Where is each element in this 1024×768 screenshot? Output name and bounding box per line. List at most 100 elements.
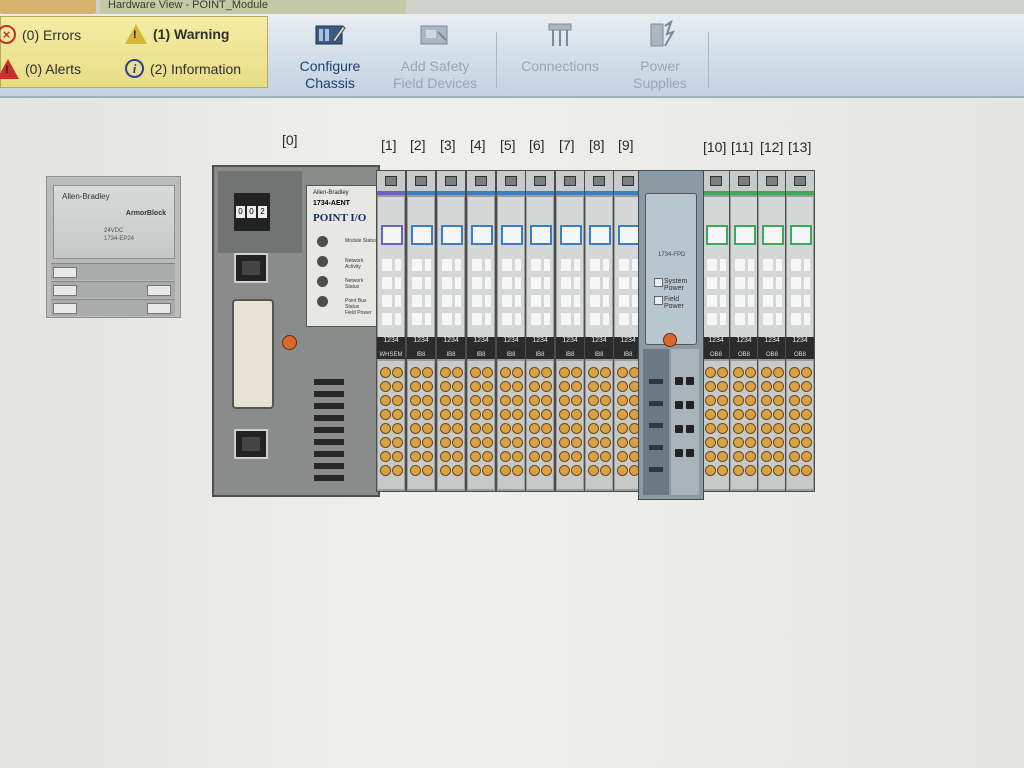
terminal-point <box>422 451 433 462</box>
io-module-slot-3[interactable]: 1234 IB8 <box>436 170 466 492</box>
module-color-band <box>437 191 465 195</box>
errors-status[interactable]: × (0) Errors <box>0 25 81 44</box>
warning-status[interactable]: ! (1) Warning <box>125 24 229 44</box>
field-power-label: Field Power <box>664 296 684 310</box>
led-label: Network Activity <box>345 258 364 270</box>
terminal-point <box>588 409 599 420</box>
module-terminal-numbers: 1234 <box>786 337 814 351</box>
power-supply-terminal-base <box>671 349 699 495</box>
io-module-slot-4[interactable]: 1234 IB8 <box>466 170 496 492</box>
terminal-point <box>588 367 599 378</box>
terminal-point <box>789 451 800 462</box>
channel-indicator <box>616 277 640 289</box>
power-supplies-icon <box>650 19 676 47</box>
terminal-point <box>512 423 523 434</box>
status-summary-panel: × (0) Errors ! (1) Warning ! (0) Alerts … <box>0 16 268 88</box>
power-supply-led <box>663 333 677 347</box>
terminal-point <box>773 395 784 406</box>
terminal-point <box>482 437 493 448</box>
terminal-point <box>440 451 451 462</box>
add-safety-field-devices-button[interactable]: Add Safety Field Devices <box>385 20 485 92</box>
terminal-point <box>380 367 391 378</box>
alerts-status[interactable]: ! (0) Alerts <box>0 59 81 79</box>
terminal-point <box>789 465 800 476</box>
information-status[interactable]: i (2) Information <box>125 59 241 78</box>
connections-label: Connections <box>521 58 599 74</box>
terminal-point <box>686 401 694 409</box>
channel-indicator <box>704 277 728 289</box>
terminal-point <box>705 423 716 434</box>
module-catalog-code: IB8 <box>467 351 495 359</box>
terminal-point <box>440 381 451 392</box>
io-module-slot-7[interactable]: 1234 IB8 <box>555 170 585 492</box>
module-terminal-numbers: 1234 <box>556 337 584 351</box>
adapter-brand: Allen-Bradley <box>313 190 349 196</box>
io-module-slot-5[interactable]: 1234 IB8 <box>496 170 526 492</box>
status-led <box>317 236 328 247</box>
terminal-point <box>761 367 772 378</box>
terminal-point <box>773 437 784 448</box>
vent-slot <box>649 401 663 406</box>
terminal-point <box>789 423 800 434</box>
module-terminal-numbers: 1234 <box>526 337 554 351</box>
terminal-point <box>705 409 716 420</box>
module-terminal-numbers: 1234 <box>437 337 465 351</box>
terminal-point <box>686 377 694 385</box>
document-tab-hardware-view[interactable]: Hardware View - POINT_Module <box>100 0 406 14</box>
slot-label-8: [8] <box>589 137 605 153</box>
configure-chassis-label-2: Chassis <box>305 75 355 91</box>
connections-button[interactable]: Connections <box>510 20 610 75</box>
terminal-point <box>392 409 403 420</box>
io-module-slot-10[interactable]: 1234 OB8 <box>701 170 731 492</box>
document-tab-1[interactable] <box>0 0 96 14</box>
module-status-window <box>790 225 812 245</box>
module-terminal-numbers: 1234 <box>702 337 730 351</box>
terminal-point <box>410 367 421 378</box>
io-module-slot-13[interactable]: 1234 OB8 <box>785 170 815 492</box>
io-module-slot-12[interactable]: 1234 OB8 <box>757 170 787 492</box>
power-supplies-button[interactable]: Power Supplies <box>610 19 710 92</box>
power-module-device[interactable]: Allen-Bradley ArmorBlock 24VDC 1734-EP24 <box>46 176 181 318</box>
channel-indicator <box>704 313 728 325</box>
module-status-window <box>471 225 493 245</box>
io-module-slot-6[interactable]: 1234 IB8 <box>525 170 555 492</box>
terminal-point <box>705 451 716 462</box>
terminal-point <box>380 395 391 406</box>
status-led <box>317 256 328 267</box>
terminal-point <box>588 451 599 462</box>
terminal-point <box>500 381 511 392</box>
vent-slot <box>314 439 344 445</box>
power-module-text-2: 1734-EP24 <box>104 236 135 242</box>
terminal-point <box>705 367 716 378</box>
module-terminal-numbers: 1234 <box>467 337 495 351</box>
terminal-point <box>512 409 523 420</box>
io-module-slot-11[interactable]: 1234 OB8 <box>729 170 759 492</box>
channel-indicator <box>732 259 756 271</box>
terminal-point <box>422 465 433 476</box>
vent-slot <box>649 379 663 384</box>
module-key-icon <box>467 171 495 191</box>
module-color-band <box>377 191 405 195</box>
channel-indicator <box>499 313 523 325</box>
adapter-status-panel: Allen-Bradley 1734-AENT POINT I/O Module… <box>306 185 378 327</box>
terminal-point <box>801 395 812 406</box>
terminal-point <box>745 465 756 476</box>
module-color-band <box>702 191 730 195</box>
terminal-point <box>745 451 756 462</box>
terminal-point <box>422 367 433 378</box>
vent-slot <box>314 403 344 409</box>
io-module-slot-1[interactable]: 1234 WHSEM <box>376 170 406 492</box>
terminal-point <box>500 465 511 476</box>
configure-chassis-button[interactable]: Configure Chassis <box>280 20 380 92</box>
io-module-slot-8[interactable]: 1234 IB8 <box>584 170 614 492</box>
ethernet-adapter-module[interactable]: 0 0 2 Allen-Bradley 1734-AENT POINT I/O … <box>212 165 380 497</box>
field-power-supply-module[interactable]: 1734-FPD System Power Field Power <box>638 170 704 500</box>
add-safety-label-2: Field Devices <box>392 75 478 91</box>
terminal-base <box>703 361 729 489</box>
module-color-band <box>467 191 495 195</box>
channel-indicator <box>788 259 812 271</box>
channel-indicator <box>439 313 463 325</box>
io-module-slot-2[interactable]: 1234 IB8 <box>406 170 436 492</box>
terminal-point <box>470 451 481 462</box>
terminal-point <box>452 367 463 378</box>
